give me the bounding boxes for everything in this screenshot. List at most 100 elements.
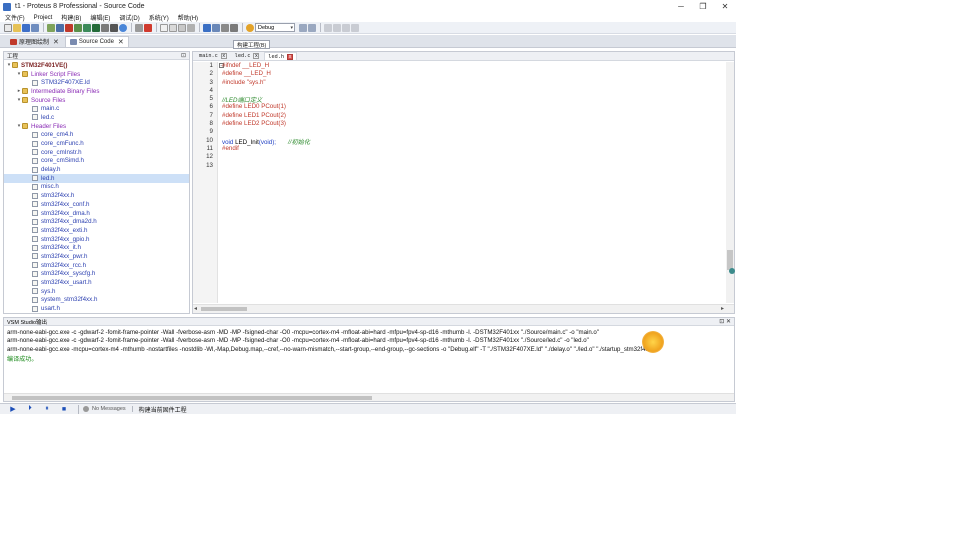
- restore-button[interactable]: ❐: [692, 0, 714, 13]
- tree-folder-item[interactable]: ▾ Header Files: [4, 122, 189, 131]
- code-line[interactable]: #define LED2 PCout(3): [218, 120, 726, 128]
- copy-icon[interactable]: [169, 23, 177, 32]
- tree-file-item[interactable]: core_cmInstr.h: [4, 148, 189, 157]
- build-config-select[interactable]: Debug ▾: [255, 23, 295, 32]
- tree-file-item[interactable]: misc.h: [4, 183, 189, 192]
- tree-file-item[interactable]: stm32f4xx_gpio.h: [4, 235, 189, 244]
- save-all-icon[interactable]: [31, 23, 39, 32]
- tree-file-item[interactable]: core_cmSimd.h: [4, 157, 189, 166]
- menu-build[interactable]: 构建(B): [56, 13, 85, 22]
- menu-file[interactable]: 文件(F): [0, 13, 29, 22]
- open-folder-icon[interactable]: [13, 23, 21, 32]
- pcb-icon[interactable]: [74, 23, 82, 32]
- close-icon[interactable]: ✕: [53, 38, 59, 46]
- tree-folder-item[interactable]: ▸ Intermediate Binary Files: [4, 87, 189, 96]
- code-line[interactable]: [218, 153, 726, 161]
- scroll-thumb[interactable]: [727, 250, 733, 270]
- code-line[interactable]: #include "sys.h": [218, 79, 726, 87]
- design-explorer-icon[interactable]: [101, 23, 109, 32]
- redo-icon[interactable]: [308, 23, 316, 32]
- editor-tab[interactable]: led.h x: [264, 52, 297, 60]
- tree-file-item[interactable]: main.c: [4, 104, 189, 113]
- editor-horizontal-scrollbar[interactable]: ◂ ▸: [193, 304, 734, 313]
- uncomment-icon[interactable]: [351, 23, 359, 32]
- tree-file-item[interactable]: system_stm32f4xx.h: [4, 296, 189, 305]
- pause-icon[interactable]: ⏸: [42, 405, 52, 413]
- delete-icon[interactable]: [144, 23, 152, 32]
- output-panel-buttons[interactable]: ⊡ ✕: [719, 318, 731, 325]
- schematic-icon[interactable]: [65, 23, 73, 32]
- close-icon[interactable]: x: [253, 53, 260, 59]
- tree-file-item[interactable]: sys.h: [4, 287, 189, 296]
- close-icon[interactable]: ✕: [118, 38, 124, 46]
- comment-icon[interactable]: [342, 23, 350, 32]
- tree-file-item[interactable]: delay.h: [4, 165, 189, 174]
- code-area[interactable]: #ifndef __LED_H #define __LED_H #include "…: [218, 62, 726, 303]
- code-line[interactable]: #endif: [218, 145, 726, 153]
- tree-file-item[interactable]: led.c: [4, 113, 189, 122]
- bom-icon[interactable]: [92, 23, 100, 32]
- tree-file-item[interactable]: stm32f4xx.h: [4, 191, 189, 200]
- code-line[interactable]: #define LED1 PCout(2): [218, 112, 726, 120]
- scroll-thumb[interactable]: [201, 307, 247, 311]
- clean-icon[interactable]: [221, 23, 229, 32]
- menu-edit[interactable]: 编辑(E): [85, 13, 114, 22]
- tree-file-item[interactable]: stm32f4xx_syscfg.h: [4, 270, 189, 279]
- tree-folder-item[interactable]: ▾ Source Files: [4, 96, 189, 105]
- step-icon[interactable]: ⏵: [25, 405, 35, 413]
- tree-file-item[interactable]: stm32f4xx_pwr.h: [4, 252, 189, 261]
- settings-icon[interactable]: [230, 23, 238, 32]
- tree-root-item[interactable]: ▾ STM32F401VE(): [4, 61, 189, 70]
- code-line[interactable]: #ifndef __LED_H: [218, 62, 726, 70]
- tree-file-item[interactable]: stm32f4xx_dma2d.h: [4, 217, 189, 226]
- undo-icon[interactable]: [299, 23, 307, 32]
- find-icon[interactable]: [187, 23, 195, 32]
- pin-icon[interactable]: ⊡: [181, 52, 186, 59]
- tab-schematic[interactable]: 原理图绘制 ✕: [6, 36, 63, 47]
- menu-system[interactable]: 系统(Y): [144, 13, 173, 22]
- close-icon[interactable]: x: [220, 53, 227, 59]
- scroll-left-icon[interactable]: ◂: [194, 305, 197, 312]
- export-icon[interactable]: [56, 23, 64, 32]
- code-line[interactable]: #define __LED_H: [218, 70, 726, 78]
- tree-folder-item[interactable]: ▾ Linker Script Files: [4, 70, 189, 79]
- new-file-icon[interactable]: [4, 23, 12, 32]
- code-line[interactable]: void LED_Init(void); //初始化: [218, 137, 726, 146]
- editor-vertical-scrollbar[interactable]: [726, 62, 735, 303]
- new-source-icon[interactable]: [160, 23, 168, 32]
- close-window-button[interactable]: ✕: [714, 0, 736, 13]
- tree-file-item[interactable]: stm32f4xx_usart.h: [4, 278, 189, 287]
- code-line[interactable]: //LED端口定义: [218, 95, 726, 104]
- editor-tab[interactable]: led.c x: [232, 52, 263, 60]
- code-line[interactable]: [218, 128, 726, 136]
- tree-file-item[interactable]: stm32f4xx_rcc.h: [4, 261, 189, 270]
- close-icon[interactable]: x: [287, 53, 293, 60]
- menu-project[interactable]: Project: [29, 15, 57, 21]
- code-line[interactable]: [218, 162, 726, 170]
- tree-file-item[interactable]: led.h: [4, 173, 189, 183]
- import-icon[interactable]: [47, 23, 55, 32]
- tab-source-code[interactable]: Source Code ✕: [64, 36, 129, 47]
- tree-file-item[interactable]: stm32f4xx_exti.h: [4, 226, 189, 235]
- code-line[interactable]: #define LED0 PCout(1): [218, 103, 726, 111]
- help-icon[interactable]: [119, 23, 127, 32]
- stop-icon[interactable]: ■: [59, 405, 69, 413]
- indent-icon[interactable]: [324, 23, 332, 32]
- gerber-icon[interactable]: [83, 23, 91, 32]
- tree-file-item[interactable]: STM32F407XE.ld: [4, 78, 189, 87]
- output-horizontal-scrollbar[interactable]: [4, 393, 734, 401]
- outdent-icon[interactable]: [333, 23, 341, 32]
- tree-file-item[interactable]: usart.h: [4, 304, 189, 313]
- editor-tab[interactable]: main.c x: [196, 52, 230, 60]
- tree-file-item[interactable]: stm32f4xx_dma.h: [4, 209, 189, 218]
- save-icon[interactable]: [22, 23, 30, 32]
- menu-help[interactable]: 帮助(H): [173, 13, 202, 22]
- tree-file-item[interactable]: core_cmFunc.h: [4, 139, 189, 148]
- messages-indicator[interactable]: No Messages: [83, 406, 133, 412]
- tree-file-item[interactable]: stm32f4xx_it.h: [4, 243, 189, 252]
- scroll-thumb[interactable]: [12, 396, 372, 400]
- tree-file-item[interactable]: stm32f4xx_conf.h: [4, 200, 189, 209]
- paste-icon[interactable]: [178, 23, 186, 32]
- scroll-right-icon[interactable]: ▸: [721, 305, 724, 312]
- output-log[interactable]: arm-none-eabi-gcc.exe -c -gdwarf-2 -fomi…: [4, 327, 734, 392]
